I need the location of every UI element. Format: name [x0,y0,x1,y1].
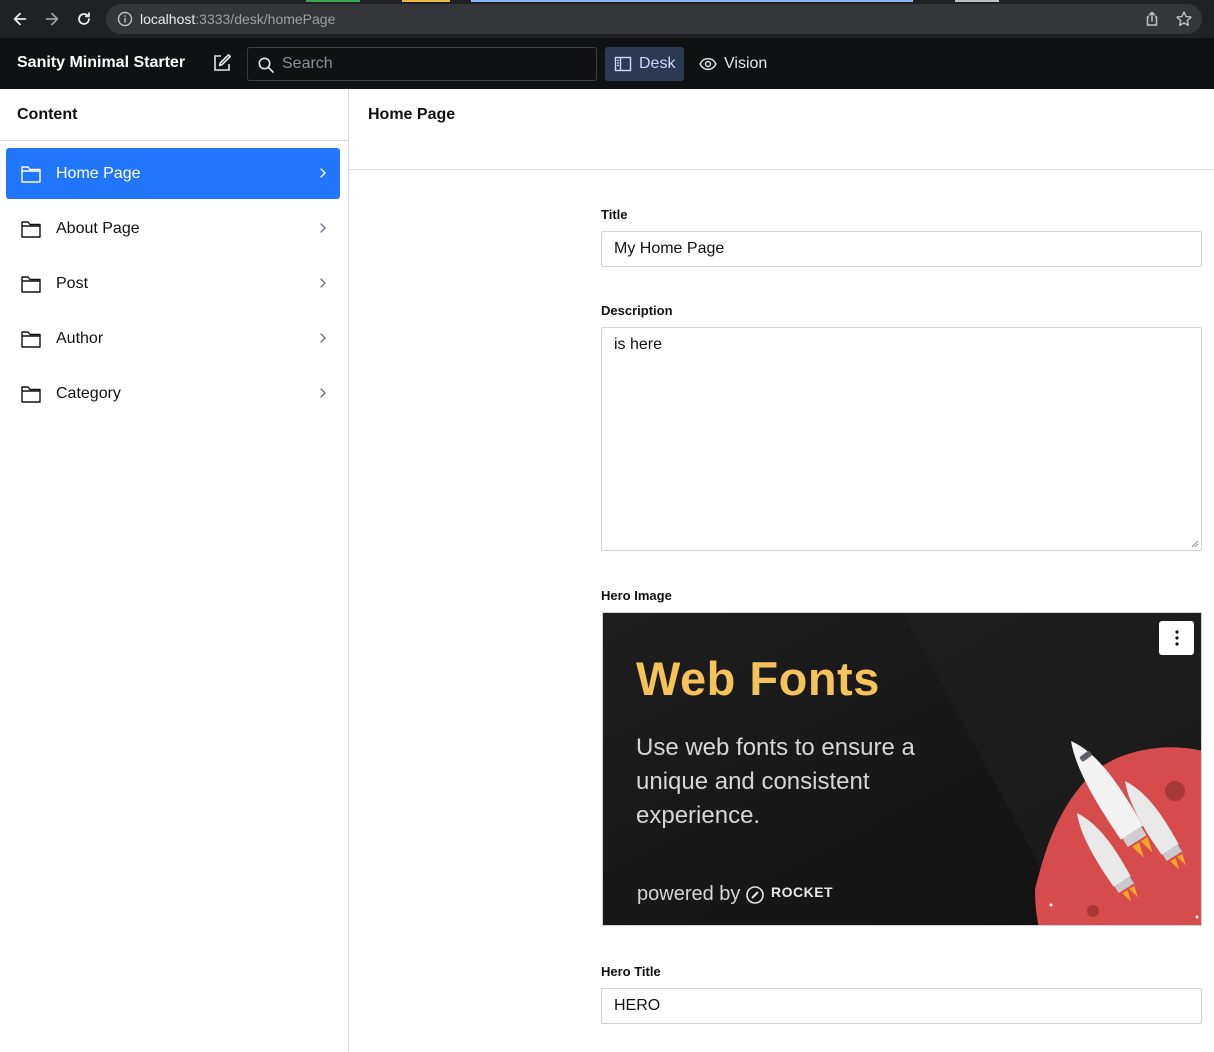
reload-button[interactable] [74,9,94,29]
desk-icon [614,56,632,72]
description-textarea[interactable]: is here [601,327,1202,551]
tab-indicator [402,0,450,2]
hero-image-subtext: Use web fonts to ensure a unique and con… [636,734,915,829]
chevron-right-icon [320,278,326,288]
forward-button[interactable] [42,9,62,29]
search-box[interactable] [247,47,597,81]
search-icon [258,57,274,73]
url-path: :3333/desk/homePage [195,11,336,27]
hero-image-field-label: Hero Image [601,588,672,603]
arrow-right-icon [45,12,59,26]
list-item-author[interactable]: Author [6,313,340,364]
hero-image-brand: ROCKET [771,884,834,900]
image-options-button[interactable] [1159,621,1194,655]
content-list: Home Page About Page Post Author Categor… [0,141,348,419]
description-value: is here [614,336,663,353]
studio-navbar: Sanity Minimal Starter Desk Vision [0,38,1214,89]
hero-image-preview[interactable]: Web Fonts Use web fonts to ensure a uniq… [602,612,1202,926]
list-item-post[interactable]: Post [6,258,340,309]
list-item-home-page[interactable]: Home Page [6,148,340,199]
description-field-label: Description [601,303,673,318]
arrow-left-icon [13,12,27,26]
hero-image-powered-by: powered by [637,883,741,905]
folder-icon [21,220,41,238]
url-text: localhost:3333/desk/homePage [140,11,335,27]
studio-title[interactable]: Sanity Minimal Starter [17,54,185,72]
list-item-label: Category [56,384,121,402]
document-title: Home Page [349,89,1214,170]
share-icon[interactable] [1143,10,1161,28]
resize-handle-icon[interactable] [1191,540,1199,548]
folder-icon [21,275,41,293]
tool-vision[interactable]: Vision [690,47,776,81]
folder-icon [21,165,41,183]
list-item-category[interactable]: Category [6,368,340,419]
title-input[interactable]: My Home Page [601,231,1202,267]
tool-desk-label: Desk [639,55,676,72]
content-pane-title: Content [0,89,348,141]
document-pane: Home Page Title My Home Page Description… [349,89,1214,1052]
list-item-label: About Page [56,219,140,237]
chevron-right-icon [320,388,326,398]
back-button[interactable] [10,9,30,29]
tool-vision-label: Vision [724,55,768,72]
tool-desk[interactable]: Desk [605,47,685,81]
title-field-label: Title [601,207,628,222]
chevron-right-icon [320,333,326,343]
hero-title-field-label: Hero Title [601,964,661,979]
search-input[interactable] [282,48,582,80]
folder-icon [21,385,41,403]
more-vertical-icon [1174,630,1179,646]
info-icon[interactable] [117,11,133,27]
compose-icon[interactable] [211,52,233,74]
address-bar[interactable]: localhost:3333/desk/homePage [106,4,1202,34]
bookmark-star-icon[interactable] [1175,10,1193,28]
browser-toolbar: localhost:3333/desk/homePage [0,0,1214,38]
chevron-right-icon [320,168,326,178]
hero-title-input[interactable]: HERO [601,988,1202,1024]
eye-icon [699,57,717,71]
tab-indicator [955,0,999,2]
list-item-label: Home Page [56,164,141,182]
list-item-about-page[interactable]: About Page [6,203,340,254]
reload-icon [78,12,90,25]
tab-indicator [306,0,360,2]
list-item-label: Author [56,329,104,347]
list-item-label: Post [56,274,89,292]
folder-icon [21,330,41,348]
url-host: localhost [140,11,196,27]
hero-image-headline: Web Fonts [636,652,880,705]
content-pane: Content Home Page About Page Post Author… [0,89,349,1052]
tab-indicator [471,0,913,2]
chevron-right-icon [320,223,326,233]
